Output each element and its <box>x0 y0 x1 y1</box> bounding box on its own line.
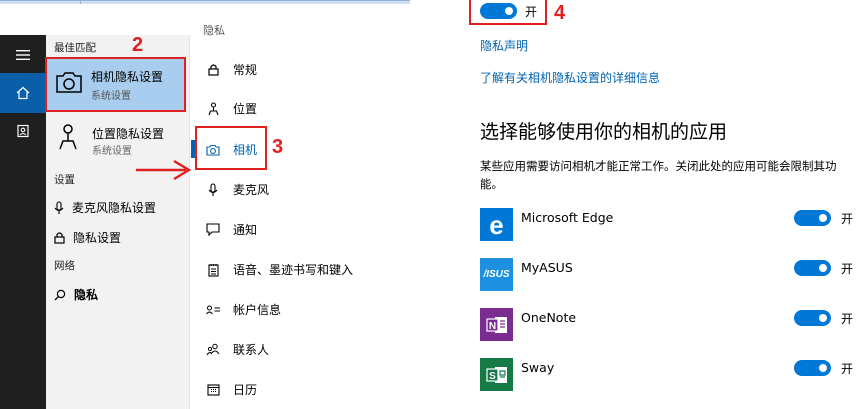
app-name-edge: Microsoft Edge <box>521 210 614 225</box>
microphone-icon <box>54 200 64 214</box>
edge-toggle-label: 开 <box>841 212 854 226</box>
myasus-camera-toggle[interactable] <box>794 260 831 276</box>
location-result-title: 位置隐私设置 <box>92 127 165 141</box>
onenote-camera-toggle[interactable] <box>794 310 831 326</box>
contact-card-icon <box>205 302 221 318</box>
lock-icon <box>54 232 65 244</box>
nav-item-account-info-label: 帐户信息 <box>233 303 282 317</box>
callout-number-3: 3 <box>272 136 284 158</box>
panel-divider <box>189 35 190 409</box>
nav-item-location[interactable]: 位置 <box>205 100 257 117</box>
nav-item-speech-inking-label: 语音、墨迹书写和键入 <box>233 263 354 277</box>
callout-number-4: 4 <box>554 2 566 24</box>
nav-item-general[interactable]: 常规 <box>205 61 257 78</box>
app-row-edge: e Microsoft Edge 开 <box>480 208 861 244</box>
nav-item-microphone-label: 麦克风 <box>233 183 270 197</box>
nav-item-contacts[interactable]: 联系人 <box>205 341 269 358</box>
location-result-subtitle: 系统设置 <box>92 146 132 157</box>
privacy-statement-link[interactable]: 隐私声明 <box>480 37 528 54</box>
app-permissions-heading: 选择能够使用你的相机的应用 <box>480 121 728 143</box>
nav-item-contacts-label: 联系人 <box>233 343 270 357</box>
app-row-myasus: /ISUS MyASUS 开 <box>480 258 861 294</box>
privacy-nav-header: 隐私 <box>203 24 225 37</box>
onenote-icon: N <box>480 308 513 341</box>
chat-bubble-icon <box>205 222 221 238</box>
edge-camera-toggle[interactable] <box>794 210 831 226</box>
app-row-onenote: N OneNote 开 <box>480 308 861 344</box>
lock-icon <box>205 62 221 78</box>
people-icon <box>205 342 221 358</box>
learn-more-link[interactable]: 了解有关相机隐私设置的详细信息 <box>480 69 660 86</box>
callout-number-2: 2 <box>132 34 144 56</box>
menu-button[interactable] <box>0 35 46 75</box>
best-match-label: 最佳匹配 <box>54 42 96 54</box>
callout-arrow <box>136 159 192 181</box>
sway-icon: S <box>480 358 513 391</box>
sway-toggle-label: 开 <box>841 362 854 376</box>
myasus-toggle-label: 开 <box>841 262 854 276</box>
nav-item-account-info[interactable]: 帐户信息 <box>205 301 281 318</box>
app-row-sway: S Sway 开 <box>480 358 861 394</box>
search-icon <box>54 289 66 300</box>
nav-item-notifications-label: 通知 <box>233 223 258 237</box>
onenote-toggle-label: 开 <box>841 312 854 326</box>
nav-item-location-label: 位置 <box>233 102 258 116</box>
start-menu-rail <box>0 35 46 409</box>
nav-item-general-label: 常规 <box>233 63 258 77</box>
microphone-icon <box>205 182 221 198</box>
toggle-knob <box>819 314 827 322</box>
web-privacy-label: 隐私 <box>74 288 99 302</box>
myasus-icon: /ISUS <box>480 258 513 291</box>
toggle-knob <box>819 364 827 372</box>
window-top-edge <box>0 0 410 1</box>
result-web-privacy[interactable]: 隐私 <box>54 286 98 303</box>
edge-icon: e <box>480 208 513 241</box>
home-icon <box>16 86 30 100</box>
web-group-label: 网络 <box>54 260 75 272</box>
privacy-settings-label: 隐私设置 <box>73 231 122 245</box>
app-name-myasus: MyASUS <box>521 260 573 275</box>
documents-button[interactable] <box>0 111 46 151</box>
location-icon <box>205 101 221 117</box>
toggle-knob <box>819 214 827 222</box>
nav-item-calendar[interactable]: 日历 <box>205 381 257 398</box>
toggle-knob <box>819 264 827 272</box>
result-microphone-privacy[interactable]: 麦克风隐私设置 <box>54 199 156 216</box>
nav-item-microphone[interactable]: 麦克风 <box>205 181 269 198</box>
callout-box-2 <box>45 57 186 112</box>
location-icon <box>59 124 77 150</box>
settings-icon <box>17 124 29 138</box>
calendar-icon <box>205 382 221 398</box>
microphone-privacy-label: 麦克风隐私设置 <box>72 201 157 215</box>
svg-text:N: N <box>488 321 495 332</box>
hamburger-icon <box>16 50 30 60</box>
result-privacy-settings[interactable]: 隐私设置 <box>54 229 121 246</box>
app-permissions-description: 某些应用需要访问相机才能正常工作。关闭此处的应用可能会限制其功能。 <box>480 159 837 191</box>
sway-camera-toggle[interactable] <box>794 360 831 376</box>
callout-box-3 <box>195 126 267 170</box>
app-name-sway: Sway <box>521 360 555 375</box>
nav-item-speech-inking[interactable]: 语音、墨迹书写和键入 <box>205 261 353 278</box>
callout-box-4 <box>469 0 547 25</box>
settings-group-label: 设置 <box>54 174 75 186</box>
window-top-divider <box>80 0 81 4</box>
nav-item-calendar-label: 日历 <box>233 383 258 397</box>
nav-item-notifications[interactable]: 通知 <box>205 221 257 238</box>
app-name-onenote: OneNote <box>521 310 577 325</box>
home-button[interactable] <box>0 73 46 113</box>
svg-text:S: S <box>489 371 496 382</box>
notepad-icon <box>205 262 221 278</box>
